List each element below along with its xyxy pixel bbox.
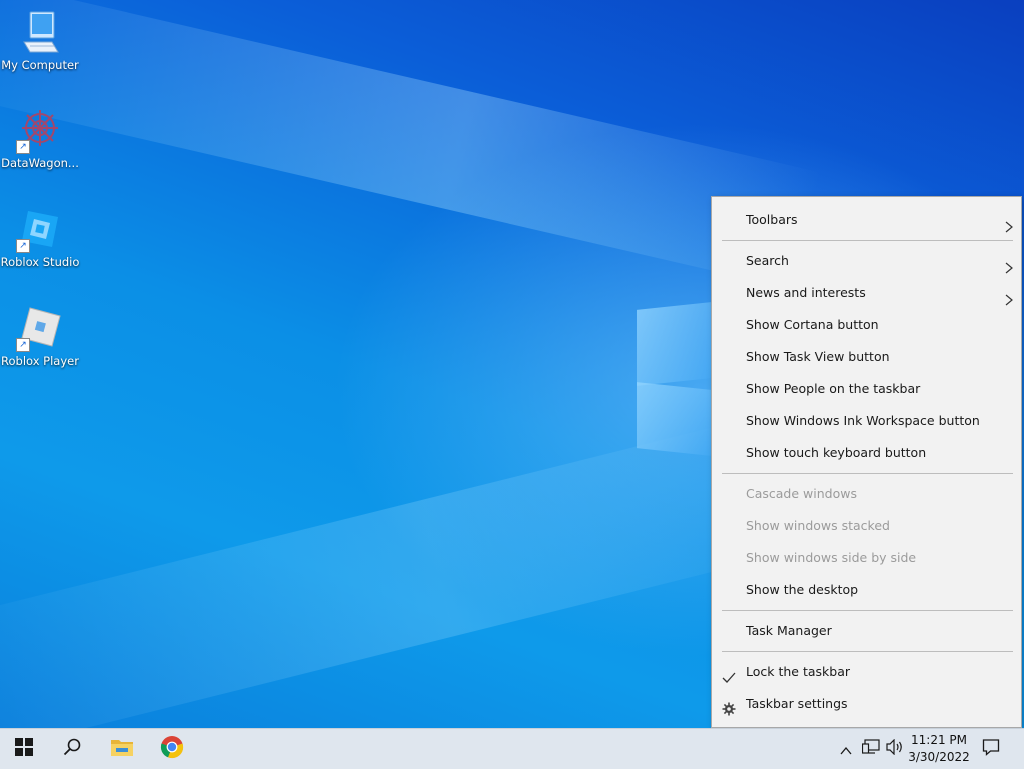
chevron-up-icon xyxy=(840,740,852,759)
start-icon xyxy=(15,738,33,760)
menu-item-show-windows-side-by-side: Show windows side by side xyxy=(746,550,917,565)
desktop-icon-roblox-studio[interactable]: ↗ Roblox Studio xyxy=(0,205,80,269)
clock-time: 11:21 PM xyxy=(911,733,967,747)
network-icon xyxy=(861,739,880,759)
show-hidden-icons-button[interactable] xyxy=(836,729,856,769)
menu-item-show-touch-keyboard[interactable]: Show touch keyboard button xyxy=(712,438,1021,468)
clock-date: 3/30/2022 xyxy=(908,750,970,764)
desktop-icon-label: Roblox Player xyxy=(1,354,79,368)
taskbar-clock[interactable]: 11:21 PM 3/30/2022 xyxy=(902,732,976,766)
taskbar-context-menu: Toolbars Search News and interests Show … xyxy=(711,196,1022,728)
menu-separator xyxy=(722,473,1013,474)
desktop-icon-label: My Computer xyxy=(1,58,79,72)
menu-item-cascade-windows: Cascade windows xyxy=(746,486,857,501)
taskbar: 11:21 PM 3/30/2022 xyxy=(0,728,1024,769)
menu-item-show-cortana[interactable]: Show Cortana button xyxy=(712,310,1021,340)
menu-item-show-windows-stacked: Show windows stacked xyxy=(746,518,890,533)
menu-separator xyxy=(722,651,1013,652)
desktop-icon-label: DataWagon... xyxy=(1,156,79,170)
search-icon xyxy=(63,738,81,760)
shortcut-arrow-icon: ↗ xyxy=(16,140,30,154)
light-beam xyxy=(0,413,804,728)
search-button[interactable] xyxy=(48,729,96,769)
roblox-player-icon: ↗ xyxy=(16,304,64,352)
computer-icon xyxy=(16,8,64,56)
gear-icon xyxy=(722,697,736,727)
desktop-icon-my-computer[interactable]: My Computer xyxy=(0,8,80,72)
desktop-icon-datawagon[interactable]: ↗ DataWagon... xyxy=(0,106,80,170)
action-center-button[interactable] xyxy=(978,729,1004,769)
start-button[interactable] xyxy=(0,729,48,769)
roblox-studio-icon: ↗ xyxy=(16,205,64,253)
menu-item-show-ink-workspace[interactable]: Show Windows Ink Workspace button xyxy=(712,406,1021,436)
shortcut-arrow-icon: ↗ xyxy=(16,239,30,253)
shortcut-arrow-icon: ↗ xyxy=(16,338,30,352)
desktop-icon-label: Roblox Studio xyxy=(0,255,80,269)
menu-item-show-desktop[interactable]: Show the desktop xyxy=(712,575,1021,605)
menu-item-task-manager[interactable]: Task Manager xyxy=(712,616,1021,646)
file-explorer-icon xyxy=(110,737,134,761)
menu-item-toolbars[interactable]: Toolbars xyxy=(712,205,1021,235)
menu-item-show-people[interactable]: Show People on the taskbar xyxy=(712,374,1021,404)
file-explorer-button[interactable] xyxy=(98,729,146,769)
chrome-icon xyxy=(160,735,184,763)
menu-item-search[interactable]: Search xyxy=(712,246,1021,276)
chrome-button[interactable] xyxy=(148,729,196,769)
menu-item-show-task-view[interactable]: Show Task View button xyxy=(712,342,1021,372)
light-beam xyxy=(0,0,822,290)
menu-item-lock-taskbar[interactable]: Lock the taskbar xyxy=(712,657,1021,687)
network-tray-button[interactable] xyxy=(860,729,882,769)
menu-item-news-and-interests[interactable]: News and interests xyxy=(712,278,1021,308)
desktop-icon-roblox-player[interactable]: ↗ Roblox Player xyxy=(0,304,80,368)
datawagon-icon: ↗ xyxy=(16,106,64,154)
menu-separator xyxy=(722,610,1013,611)
menu-item-taskbar-settings[interactable]: Taskbar settings xyxy=(712,689,1021,719)
notification-icon xyxy=(982,738,1000,760)
menu-separator xyxy=(722,240,1013,241)
